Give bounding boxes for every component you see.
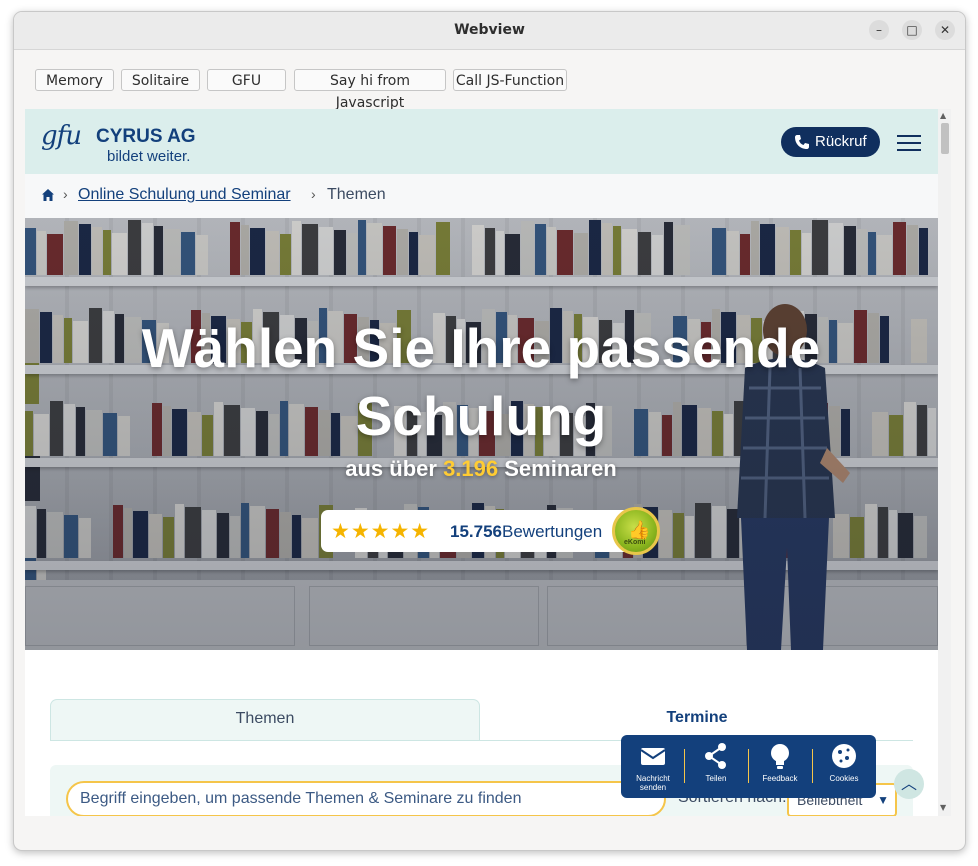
call-js-function-button[interactable]: Call JS-Function	[453, 69, 567, 91]
logo-name[interactable]: CYRUS AG	[96, 126, 196, 148]
mail-icon	[640, 748, 666, 765]
scroll-up-arrow[interactable]: ▲	[940, 111, 946, 120]
review-count: 15.756	[450, 522, 502, 541]
scroll-to-top-button[interactable]: ︿	[894, 769, 924, 799]
memory-button[interactable]: Memory	[35, 69, 114, 91]
lightbulb-icon	[771, 744, 789, 769]
floating-toolbar: Nachricht senden Teilen Feedback Cookies	[621, 735, 876, 798]
scrollbar-thumb[interactable]	[941, 123, 949, 154]
breadcrumb-current: Themen	[327, 186, 386, 203]
hero-banner: Wählen Sie Ihre passende Schulung aus üb…	[25, 218, 938, 650]
review-label: Bewertungen	[502, 522, 603, 541]
maximize-icon[interactable]: □	[902, 20, 922, 40]
feedback-button[interactable]: Feedback	[750, 741, 810, 783]
solitaire-button[interactable]: Solitaire	[121, 69, 200, 91]
breadcrumb: › Online Schulung und Seminar › Themen	[25, 174, 938, 218]
say-hi-button[interactable]: Say hi from Javascript	[294, 69, 446, 111]
cookies-button[interactable]: Cookies	[814, 741, 874, 783]
close-icon[interactable]: ✕	[935, 20, 955, 40]
scroll-down-arrow[interactable]: ▼	[940, 803, 946, 812]
breadcrumb-separator: ›	[311, 186, 316, 202]
breadcrumb-separator: ›	[63, 186, 68, 202]
search-input[interactable]: Begriff eingeben, um passende Themen & S…	[66, 781, 666, 816]
ekomi-seal-icon[interactable]: 👍 eKomi	[612, 507, 660, 555]
callback-button[interactable]: Rückruf	[781, 127, 880, 157]
rating-box[interactable]: ★★★★★ 15.756 Bewertungen 👍 eKomi	[321, 507, 660, 555]
cookie-icon	[832, 744, 856, 768]
app-window: Webview – □ ✕ Memory Solitaire GFU Say h…	[13, 11, 966, 851]
site-header: gfu CYRUS AG bildet weiter. Rückruf	[25, 109, 938, 174]
home-icon[interactable]	[41, 188, 55, 202]
chevron-down-icon: ▼	[877, 793, 889, 807]
webview-content[interactable]: gfu CYRUS AG bildet weiter. Rückruf › On…	[25, 109, 951, 816]
callback-label: Rückruf	[815, 133, 867, 150]
share-button[interactable]: Teilen	[686, 741, 746, 783]
send-message-button[interactable]: Nachricht senden	[623, 741, 683, 792]
gfu-button[interactable]: GFU	[207, 69, 286, 91]
star-rating: ★★★★★	[331, 520, 431, 543]
chevron-up-icon: ︿	[900, 774, 917, 793]
share-icon	[705, 743, 726, 769]
app-toolbar: Memory Solitaire GFU Say hi from Javascr…	[14, 50, 965, 111]
hamburger-menu-icon[interactable]	[897, 135, 921, 151]
breadcrumb-link[interactable]: Online Schulung und Seminar	[78, 186, 291, 204]
minimize-icon[interactable]: –	[869, 20, 889, 40]
logo-tagline: bildet weiter.	[107, 148, 191, 165]
hero-subtitle: aus über 3.196 Seminaren	[345, 456, 617, 481]
title-bar: Webview – □ ✕	[14, 12, 965, 50]
logo-mark[interactable]: gfu	[41, 121, 82, 151]
phone-icon	[795, 135, 809, 149]
tab-themen[interactable]: Themen	[50, 699, 480, 740]
tab-termine[interactable]: Termine	[481, 699, 913, 740]
hero-title: Wählen Sie Ihre passende Schulung	[141, 317, 821, 447]
window-title: Webview	[454, 22, 525, 38]
seminar-count: 3.196	[443, 456, 499, 481]
scrollbar[interactable]: ▲ ▼	[938, 109, 951, 816]
